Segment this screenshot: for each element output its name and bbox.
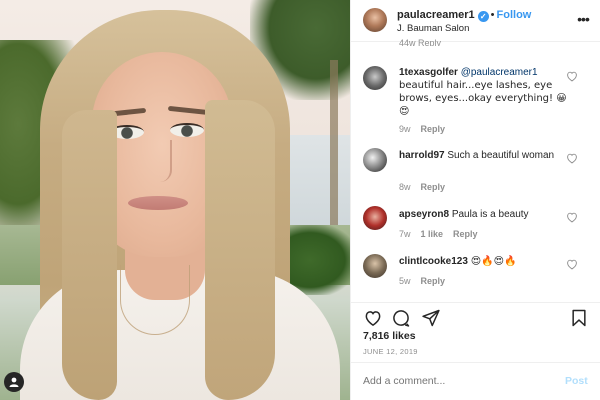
author-avatar[interactable] <box>363 8 387 32</box>
commenter-avatar[interactable] <box>363 254 387 278</box>
verified-badge-icon: ✓ <box>477 11 489 22</box>
photo-hair-right <box>205 100 275 400</box>
comment-emoji-line: 😍 <box>399 106 410 117</box>
comment-text-block: clintlcooke123 😍🔥😍🔥 <box>399 255 571 268</box>
commenter-avatar[interactable] <box>363 206 387 230</box>
photo-hair-left <box>62 110 117 400</box>
heart-icon[interactable] <box>565 69 579 83</box>
reply-button[interactable]: Reply <box>453 229 478 239</box>
comment-text: Paula is a beauty <box>451 209 529 220</box>
comment-time[interactable]: 9w <box>399 124 411 134</box>
user-tag-icon[interactable] <box>4 372 24 392</box>
comment-text: Such a beautiful woman <box>447 150 555 161</box>
truncated-comment-meta: 44w Reply <box>399 38 442 46</box>
comment-text: 😍🔥😍🔥 <box>470 256 517 267</box>
add-comment-input[interactable] <box>363 375 543 387</box>
post-actions-bar <box>351 302 600 330</box>
reply-button[interactable]: Reply <box>421 276 446 286</box>
share-icon[interactable] <box>421 308 441 328</box>
post-date[interactable]: JUNE 12, 2019 <box>363 347 418 356</box>
author-line: paulacreamer1 ✓ • Follow <box>397 9 531 22</box>
comment-meta: 7w 1 like Reply <box>399 229 488 239</box>
comment-text-block: apseyron8 Paula is a beauty <box>399 208 571 221</box>
save-bookmark-icon[interactable] <box>569 308 589 328</box>
heart-icon[interactable] <box>565 210 579 224</box>
comment-time[interactable]: 8w <box>399 182 411 192</box>
photo-necklace <box>120 265 190 335</box>
likes-count[interactable]: 7,816 likes <box>363 330 416 342</box>
photo-nose <box>150 140 172 182</box>
photo-eye-right <box>170 123 204 137</box>
comment-text: beautiful hair...eye lashes, eye brows, … <box>399 80 567 104</box>
comment-meta: 9w Reply <box>399 124 455 134</box>
comment-time[interactable]: 5w <box>399 276 411 286</box>
reply-button[interactable]: Reply <box>421 124 446 134</box>
photo-trunk <box>330 60 338 240</box>
commenter-avatar[interactable] <box>363 148 387 172</box>
author-username[interactable]: paulacreamer1 <box>397 9 475 21</box>
comment-mention[interactable]: @paulacreamer1 <box>461 67 538 78</box>
commenter-username[interactable]: clintlcooke123 <box>399 256 468 267</box>
post-location[interactable]: J. Bauman Salon <box>397 23 469 34</box>
commenter-avatar[interactable] <box>363 66 387 90</box>
comment-text-block: harrold97 Such a beautiful woman <box>399 149 571 162</box>
heart-icon[interactable] <box>565 257 579 271</box>
commenter-username[interactable]: 1texasgolfer <box>399 67 458 78</box>
comment-likes[interactable]: 1 like <box>421 229 444 239</box>
comment-meta: 5w Reply <box>399 276 455 286</box>
comment-time[interactable]: 7w <box>399 229 411 239</box>
more-options-icon[interactable]: ••• <box>573 10 593 30</box>
comment-bubble-icon[interactable] <box>391 308 411 328</box>
commenter-username[interactable]: apseyron8 <box>399 209 449 220</box>
post-photo[interactable] <box>0 0 350 400</box>
like-heart-icon[interactable] <box>363 308 383 328</box>
post-comment-button[interactable]: Post <box>565 375 588 387</box>
comment-text-block: 1texasgolfer @paulacreamer1 beautiful ha… <box>399 66 571 118</box>
comment-meta: 8w Reply <box>399 182 455 192</box>
post-side-panel: paulacreamer1 ✓ • Follow J. Bauman Salon ••… <box>350 0 600 400</box>
reply-button[interactable]: Reply <box>421 182 446 192</box>
heart-icon[interactable] <box>565 151 579 165</box>
header-dot-separator: • <box>490 9 495 21</box>
add-comment-bar: Post <box>351 362 600 400</box>
follow-button[interactable]: Follow <box>497 9 532 21</box>
post-header: paulacreamer1 ✓ • Follow J. Bauman Salon ••… <box>351 0 600 42</box>
photo-lips <box>128 196 188 210</box>
commenter-username[interactable]: harrold97 <box>399 150 445 161</box>
